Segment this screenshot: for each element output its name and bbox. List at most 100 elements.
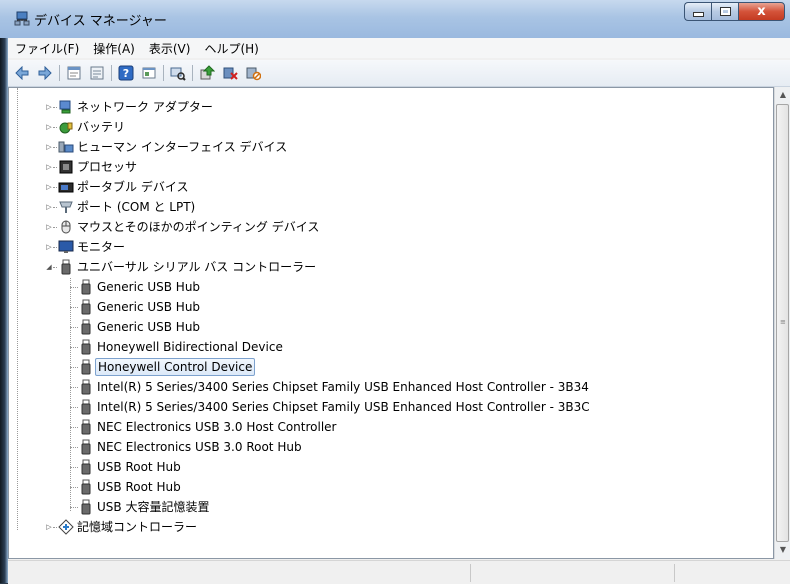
tree-device-item[interactable]: USB Root Hub	[9, 457, 769, 477]
tree-device-item[interactable]: USB Root Hub	[9, 477, 769, 497]
tree-device-item[interactable]: Honeywell Bidirectional Device	[9, 337, 769, 357]
toolbar-separator	[111, 65, 112, 81]
tree-connector-line	[53, 167, 57, 168]
properties-icon	[67, 66, 81, 80]
storage-controller-icon	[58, 519, 74, 535]
tree-device-item[interactable]: NEC Electronics USB 3.0 Root Hub	[9, 437, 769, 457]
minimize-button[interactable]	[684, 2, 711, 21]
minimize-icon	[692, 12, 704, 17]
scroll-down-arrow-icon[interactable]: ▼	[775, 542, 790, 558]
toolbar-separator	[192, 65, 193, 81]
tree-item-label: Honeywell Bidirectional Device	[97, 340, 283, 354]
tree-device-item[interactable]: Generic USB Hub	[9, 317, 769, 337]
show-hide-button[interactable]	[88, 64, 106, 82]
usb-device-icon	[78, 319, 94, 335]
hid-icon	[58, 139, 74, 155]
tree-category-port[interactable]: ▷ ポート (COM と LPT)	[9, 197, 769, 217]
tree-device-item[interactable]: Generic USB Hub	[9, 297, 769, 317]
scroll-up-arrow-icon[interactable]: ▲	[775, 87, 790, 103]
tree-device-item-selected[interactable]: Honeywell Control Device	[9, 357, 769, 377]
tree-device-item[interactable]: Intel(R) 5 Series/3400 Series Chipset Fa…	[9, 377, 769, 397]
usb-device-icon	[78, 339, 94, 355]
tree-category-battery[interactable]: ▷ バッテリ	[9, 117, 769, 137]
expand-arrow-icon[interactable]: ▷	[45, 103, 53, 111]
tree-item-label: ポータブル デバイス	[77, 180, 189, 194]
tree-connector-line	[70, 387, 78, 388]
tree-connector-line	[53, 127, 57, 128]
update-driver-icon	[200, 65, 215, 80]
toolbar: ?	[8, 60, 790, 87]
close-button[interactable]: x	[738, 2, 785, 21]
tree-category-portable-device[interactable]: ▷ ポータブル デバイス	[9, 177, 769, 197]
uninstall-icon	[223, 67, 238, 80]
toolbar-separator	[59, 65, 60, 81]
tree-category-usb[interactable]: ◢ ユニバーサル シリアル バス コントローラー	[9, 257, 769, 277]
tree-item-label: ポート (COM と LPT)	[77, 200, 196, 214]
usb-device-icon	[78, 299, 94, 315]
properties-button[interactable]	[65, 64, 83, 82]
portable-device-icon	[58, 179, 74, 195]
menu-file[interactable]: ファイル(F)	[8, 40, 86, 57]
tree-category-mouse[interactable]: ▷ マウスとそのほかのポインティング デバイス	[9, 217, 769, 237]
tree-item-label: NEC Electronics USB 3.0 Host Controller	[97, 420, 337, 434]
disable-button[interactable]	[244, 64, 262, 82]
menu-help[interactable]: ヘルプ(H)	[197, 40, 265, 57]
usb-device-icon	[78, 379, 94, 395]
scan-hardware-icon	[170, 67, 186, 81]
tree-category-hid[interactable]: ▷ ヒューマン インターフェイス デバイス	[9, 137, 769, 157]
forward-button[interactable]	[36, 64, 54, 82]
help-button[interactable]: ?	[117, 64, 135, 82]
tree-item-label: Generic USB Hub	[97, 300, 201, 314]
tree-connector-line	[53, 247, 57, 248]
expand-arrow-icon[interactable]: ▷	[45, 163, 53, 171]
forward-icon	[38, 66, 52, 80]
collapse-arrow-icon[interactable]: ◢	[45, 263, 53, 271]
expand-arrow-icon[interactable]: ▷	[45, 203, 53, 211]
tree-category-processor[interactable]: ▷ プロセッサ	[9, 157, 769, 177]
expand-arrow-icon[interactable]: ▷	[45, 183, 53, 191]
tree-device-item[interactable]: USB 大容量記憶装置	[9, 497, 769, 517]
menu-action[interactable]: 操作(A)	[86, 40, 142, 57]
expand-arrow-icon[interactable]: ▷	[45, 523, 53, 531]
uninstall-button[interactable]	[221, 64, 239, 82]
tree-device-item[interactable]: Generic USB Hub	[9, 277, 769, 297]
close-icon: x	[757, 4, 766, 19]
device-tree[interactable]: ▷ ネットワーク アダプター ▷ バッテリ ▷ ヒューマン インターフェイス デ…	[8, 87, 774, 559]
scan-hardware-button[interactable]	[169, 64, 187, 82]
mouse-icon	[58, 219, 74, 235]
status-bar-divider	[470, 564, 471, 582]
tree-category-network-adapter[interactable]: ▷ ネットワーク アダプター	[9, 97, 769, 117]
window-title: デバイス マネージャー	[34, 14, 167, 29]
status-bar-divider	[674, 564, 675, 582]
tree-connector-line	[70, 467, 78, 468]
battery-icon	[58, 119, 74, 135]
tree-device-item[interactable]: NEC Electronics USB 3.0 Host Controller	[9, 417, 769, 437]
scrollbar-thumb[interactable]: ≡	[776, 104, 789, 542]
expand-arrow-icon[interactable]: ▷	[45, 143, 53, 151]
console-icon	[142, 67, 156, 79]
expand-arrow-icon[interactable]: ▷	[45, 243, 53, 251]
tree-connector-line	[53, 527, 57, 528]
tree-item-label: Generic USB Hub	[97, 280, 201, 294]
usb-device-icon	[78, 499, 94, 515]
title-bar[interactable]: デバイス マネージャー x	[0, 0, 790, 38]
console-button[interactable]	[140, 64, 158, 82]
show-hide-icon	[90, 66, 104, 80]
tree-category-storage-controller[interactable]: ▷ 記憶域コントローラー	[9, 517, 769, 537]
tree-connector-line	[70, 287, 78, 288]
expand-arrow-icon[interactable]: ▷	[45, 123, 53, 131]
tree-item-label: NEC Electronics USB 3.0 Root Hub	[97, 440, 302, 454]
tree-item-label: モニター	[77, 240, 126, 254]
update-driver-button[interactable]	[198, 64, 216, 82]
tree-device-item[interactable]: Intel(R) 5 Series/3400 Series Chipset Fa…	[9, 397, 769, 417]
maximize-button[interactable]	[711, 2, 738, 21]
menu-view[interactable]: 表示(V)	[142, 40, 198, 57]
tree-category-monitor[interactable]: ▷ モニター	[9, 237, 769, 257]
back-button[interactable]	[13, 64, 31, 82]
tree-connector-line	[70, 507, 78, 508]
vertical-scrollbar[interactable]: ▲ ≡ ▼	[774, 87, 790, 559]
expand-arrow-icon[interactable]: ▷	[45, 223, 53, 231]
tree-connector-line	[53, 207, 57, 208]
tree-item-label: マウスとそのほかのポインティング デバイス	[77, 220, 320, 234]
usb-device-icon	[78, 479, 94, 495]
